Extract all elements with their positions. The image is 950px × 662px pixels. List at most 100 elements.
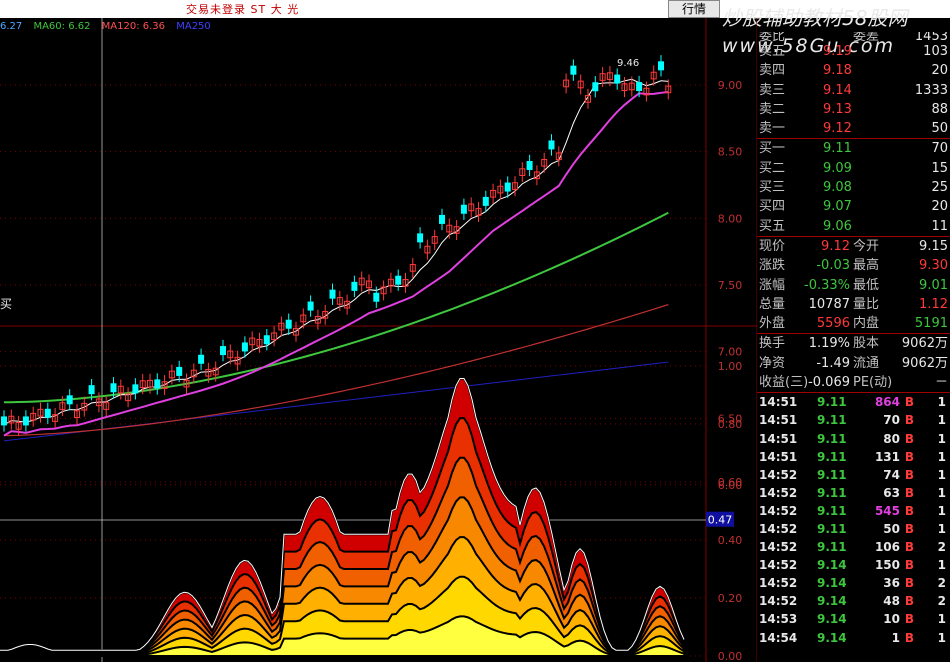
candle-body	[526, 160, 533, 170]
tick-row[interactable]: 14:51 9.11 80 B 1	[757, 430, 950, 448]
quote-value2: 9.15	[919, 238, 948, 254]
tick-row[interactable]: 14:53 9.14 10 B 1	[757, 610, 950, 628]
candle-body	[570, 65, 577, 75]
quote-value: -0.03	[816, 258, 850, 274]
tick-time: 14:52	[759, 540, 798, 555]
tick-row[interactable]: 14:51 9.11 864 B 1	[757, 393, 950, 411]
bid-row-volume: 15	[931, 160, 948, 176]
tick-count: 2	[937, 594, 946, 609]
price-axis-label: 8.00	[718, 212, 743, 225]
ask-row[interactable]: 卖四 9.18 20	[757, 61, 950, 80]
tick-price: 9.11	[817, 522, 847, 536]
bid-row-volume: 70	[931, 141, 948, 157]
tick-row[interactable]: 14:52 9.14 36 B 2	[757, 574, 950, 592]
tick-row[interactable]: 14:52 9.14 48 B 2	[757, 592, 950, 610]
ma-legend-ma60: MA60: 6.62	[33, 21, 91, 32]
tick-row[interactable]: 14:54 9.14 1 B 1	[757, 629, 950, 647]
price-axis-label: 7.00	[718, 346, 743, 359]
bid-list: 买一 9.11 70 买二 9.09 15 买三 9.08 25 买四 9.07 20 买五 9.06 11	[757, 139, 950, 235]
ask-row[interactable]: 卖一 9.12 50	[757, 119, 950, 138]
quote-value: -0.33%	[804, 277, 850, 293]
tick-side: B	[904, 413, 914, 428]
tick-time: 14:53	[759, 612, 798, 627]
candle-body	[417, 233, 424, 243]
bid-row-volume: 20	[931, 199, 948, 215]
bid-row-label: 买二	[759, 160, 786, 176]
tick-side: B	[904, 395, 914, 410]
bid-row[interactable]: 买二 9.09 15	[757, 159, 950, 178]
tick-row[interactable]: 14:52 9.11 106 B 2	[757, 538, 950, 556]
candle-body	[110, 383, 117, 393]
bid-row[interactable]: 买四 9.07 20	[757, 197, 950, 216]
quote-panel: 委比 委差 1453 卖五 9.19 103 卖四 9.18 20 卖三 9.14 1333 卖二…	[757, 32, 950, 647]
tick-price: 9.11	[817, 395, 847, 410]
candle-body	[636, 82, 643, 92]
ma120-line	[3, 304, 669, 437]
bid-row[interactable]: 买五 9.06 11	[757, 217, 950, 236]
fundamental-row: 收益(三) -0.069 PE(动) －	[757, 373, 950, 392]
tick-row[interactable]: 14:51 9.11 131 B 1	[757, 448, 950, 466]
ratio-row: 委比 委差 1453	[757, 32, 950, 42]
ask-row[interactable]: 卖三 9.14 1333	[757, 81, 950, 100]
quote-value2: 1.12	[919, 296, 948, 312]
tick-time: 14:51	[759, 395, 798, 410]
tick-side: B	[904, 485, 914, 500]
quote-key: 总量	[759, 296, 786, 312]
tick-price: 9.14	[817, 612, 847, 627]
tick-price: 9.11	[817, 413, 847, 428]
tick-row[interactable]: 14:52 9.11 50 B 1	[757, 520, 950, 538]
tick-count: 2	[937, 540, 946, 555]
bid-row-price: 9.08	[823, 180, 852, 196]
tick-volume: 50	[883, 522, 900, 536]
ma-legend-current: 6.27	[0, 21, 23, 32]
fundamental-row: 净资 -1.49 流通 9062万	[757, 354, 950, 373]
tick-row[interactable]: 14:52 9.14 150 B 1	[757, 556, 950, 574]
tick-volume: 545	[874, 503, 900, 518]
tick-row[interactable]: 14:52 9.11 545 B 1	[757, 502, 950, 520]
tick-time: 14:52	[759, 576, 798, 591]
quote-row: 涨幅 -0.33% 最低 9.01	[757, 276, 950, 295]
tick-price: 9.11	[817, 485, 847, 500]
tick-count: 1	[937, 522, 946, 536]
candle-body	[592, 82, 599, 92]
ask-row[interactable]: 卖五 9.19 103	[757, 42, 950, 61]
ask-row-price: 9.19	[823, 44, 852, 59]
tick-price: 9.14	[817, 630, 847, 645]
tick-row[interactable]: 14:52 9.11 63 B 1	[757, 484, 950, 502]
quote-stats: 现价 9.12 今开 9.15 涨跌 -0.03 最高 9.30 涨幅 -0.33% 最低 9.01 总…	[757, 237, 950, 333]
quote-row: 总量 10787 量比 1.12	[757, 295, 950, 314]
quote-key2: 最高	[853, 258, 880, 274]
quote-key2: 内盘	[853, 316, 880, 332]
fund-value2: 9062万	[901, 336, 948, 352]
ask-row-volume: 1333	[914, 82, 948, 98]
tick-row[interactable]: 14:51 9.11 70 B 1	[757, 411, 950, 429]
tick-list[interactable]: 14:51 9.11 864 B 1 14:51 9.11 70 B 1 14:51 9.11 80 B 1…	[757, 393, 950, 646]
bid-row[interactable]: 买三 9.08 25	[757, 178, 950, 197]
ask-row-label: 卖四	[759, 63, 786, 79]
tick-row[interactable]: 14:52 9.11 74 B 1	[757, 466, 950, 484]
tick-price: 9.11	[817, 431, 847, 446]
tick-count: 1	[937, 449, 946, 464]
ask-row[interactable]: 卖二 9.13 88	[757, 100, 950, 119]
bid-row[interactable]: 买一 9.11 70	[757, 139, 950, 158]
lower-axis-label: 0.20	[718, 592, 743, 605]
candle-body	[614, 74, 621, 84]
kline-chart-area[interactable]: 9.008.508.007.507.006.506.001.000.800.60…	[0, 18, 757, 662]
tick-time: 14:51	[759, 431, 798, 446]
order-ratio-label: 委比	[759, 32, 786, 42]
quote-value: 9.12	[821, 238, 850, 254]
bid-row-volume: 11	[931, 218, 948, 234]
tick-side: B	[904, 558, 914, 573]
fundamental-row: 换手 1.19% 股本 9062万	[757, 334, 950, 353]
candle-body	[154, 379, 161, 389]
order-diff-label: 委差	[853, 32, 880, 42]
tick-side: B	[904, 594, 914, 609]
lower-axis-label: 0.60	[718, 476, 743, 489]
tick-volume: 36	[883, 576, 900, 591]
tick-count: 2	[937, 576, 946, 591]
ask-row-volume: 50	[931, 121, 948, 137]
market-quote-button[interactable]: 行情	[668, 0, 720, 18]
ask-row-volume: 88	[931, 101, 948, 117]
bid-row-label: 买五	[759, 218, 786, 234]
quote-row: 外盘 5596 内盘 5191	[757, 314, 950, 333]
